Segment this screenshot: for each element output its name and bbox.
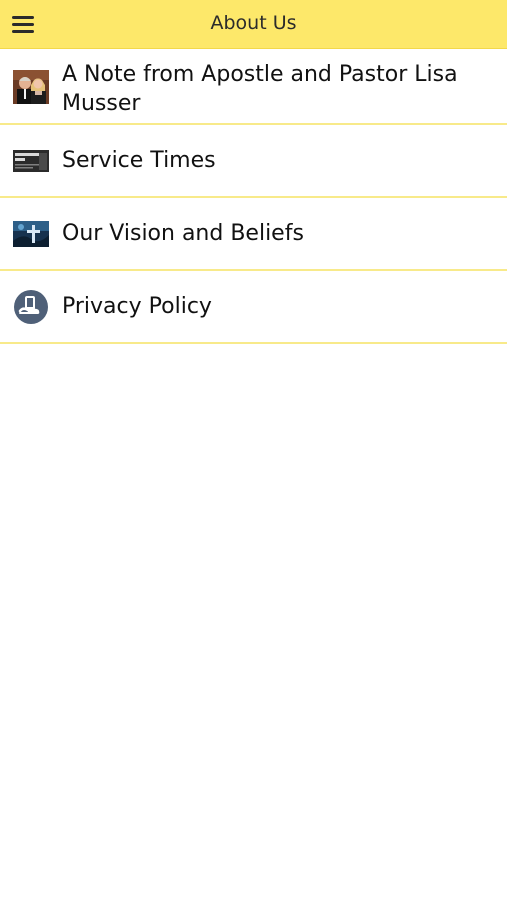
about-us-list: A Note from Apostle and Pastor Lisa Muss… xyxy=(0,49,507,344)
list-item-privacy-policy[interactable]: Privacy Policy xyxy=(0,271,507,344)
service-times-thumbnail xyxy=(13,143,49,178)
list-item-label: Our Vision and Beliefs xyxy=(62,221,304,246)
list-item-label: Service Times xyxy=(62,148,216,173)
page-title: About Us xyxy=(210,12,297,34)
top-app-bar: About Us xyxy=(0,0,507,49)
list-item-pastor-note[interactable]: A Note from Apostle and Pastor Lisa Muss… xyxy=(0,49,507,125)
list-item-vision-beliefs[interactable]: Our Vision and Beliefs xyxy=(0,198,507,271)
app-screen: About Us A Note from Apostle and Pastor … xyxy=(0,0,507,900)
pastor-photo-thumbnail xyxy=(13,70,49,104)
list-item-service-times[interactable]: Service Times xyxy=(0,125,507,198)
cross-vision-thumbnail xyxy=(13,216,49,251)
list-item-label: A Note from Apostle and Pastor Lisa Muss… xyxy=(62,62,458,116)
list-item-label: Privacy Policy xyxy=(62,294,212,319)
privacy-policy-icon xyxy=(13,289,49,324)
